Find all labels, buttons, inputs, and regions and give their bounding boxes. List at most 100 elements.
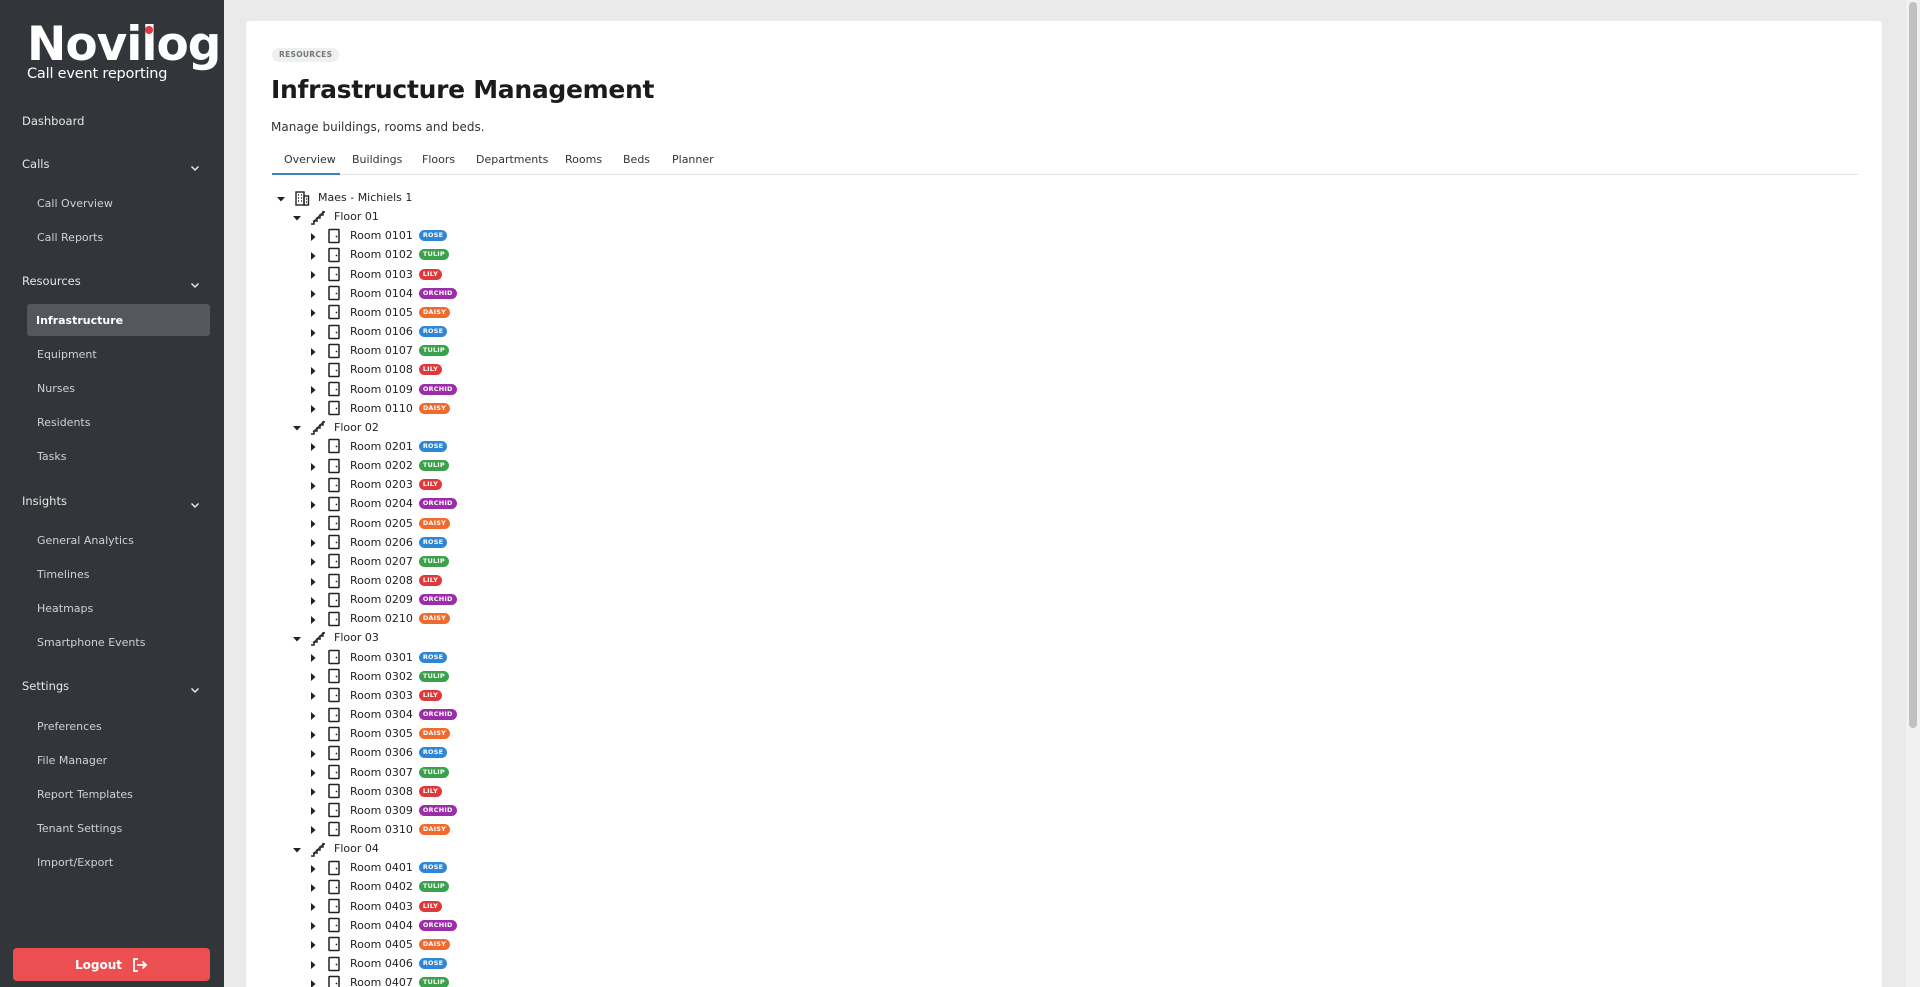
expand-caret-icon[interactable]	[306, 401, 320, 415]
sidebar-item-file-manager[interactable]: File Manager	[37, 754, 107, 767]
sidebar-group-resources[interactable]: Resources	[22, 274, 81, 288]
page-scrollbar[interactable]	[1906, 0, 1920, 987]
tab-beds[interactable]: Beds	[623, 153, 650, 166]
novilog-logo[interactable]: Novilog Call event reporting	[27, 20, 221, 83]
tree-room-node[interactable]: Room 0209 ORCHID	[306, 590, 457, 609]
sidebar-group-settings[interactable]: Settings	[22, 679, 69, 693]
expand-caret-icon[interactable]	[306, 229, 320, 243]
expand-caret-icon[interactable]	[306, 439, 320, 453]
sidebar-item-nurses[interactable]: Nurses	[37, 382, 75, 395]
expand-caret-icon[interactable]	[306, 516, 320, 530]
sidebar-item-dashboard[interactable]: Dashboard	[22, 114, 84, 128]
tab-departments[interactable]: Departments	[476, 153, 548, 166]
tree-room-node[interactable]: Room 0106 ROSE	[306, 322, 448, 341]
sidebar-item-general-analytics[interactable]: General Analytics	[37, 534, 134, 547]
expand-caret-icon[interactable]	[306, 708, 320, 722]
tree-room-node[interactable]: Room 0406 ROSE	[306, 954, 448, 973]
expand-caret-icon[interactable]	[306, 286, 320, 300]
tree-room-node[interactable]: Room 0203 LILY	[306, 475, 443, 494]
tree-room-node[interactable]: Room 0110 DAISY	[306, 399, 451, 418]
expand-caret-icon[interactable]	[306, 765, 320, 779]
collapse-caret-icon[interactable]	[290, 631, 304, 645]
expand-caret-icon[interactable]	[306, 880, 320, 894]
tree-room-node[interactable]: Room 0310 DAISY	[306, 820, 451, 839]
expand-caret-icon[interactable]	[306, 937, 320, 951]
tree-floor-node[interactable]: Floor 02	[290, 418, 379, 437]
tree-room-node[interactable]: Room 0308 LILY	[306, 782, 443, 801]
sidebar-item-call-reports[interactable]: Call Reports	[37, 231, 103, 244]
sidebar-item-heatmaps[interactable]: Heatmaps	[37, 602, 93, 615]
tree-room-node[interactable]: Room 0204 ORCHID	[306, 494, 457, 513]
chevron-down-icon[interactable]	[189, 159, 201, 172]
tree-room-node[interactable]: Room 0404 ORCHID	[306, 916, 457, 935]
tree-room-node[interactable]: Room 0109 ORCHID	[306, 380, 457, 399]
tree-floor-node[interactable]: Floor 04	[290, 839, 379, 858]
sidebar-group-insights[interactable]: Insights	[22, 494, 67, 508]
tree-room-node[interactable]: Room 0206 ROSE	[306, 533, 448, 552]
tree-room-node[interactable]: Room 0405 DAISY	[306, 935, 451, 954]
collapse-caret-icon[interactable]	[290, 420, 304, 434]
expand-caret-icon[interactable]	[306, 574, 320, 588]
expand-caret-icon[interactable]	[306, 363, 320, 377]
tree-room-node[interactable]: Room 0301 ROSE	[306, 648, 448, 667]
expand-caret-icon[interactable]	[306, 535, 320, 549]
tree-room-node[interactable]: Room 0108 LILY	[306, 360, 443, 379]
expand-caret-icon[interactable]	[306, 803, 320, 817]
tree-room-node[interactable]: Room 0101 ROSE	[306, 226, 448, 245]
sidebar-item-import-export[interactable]: Import/Export	[37, 856, 113, 869]
tree-room-node[interactable]: Room 0207 TULIP	[306, 552, 449, 571]
expand-caret-icon[interactable]	[306, 784, 320, 798]
chevron-down-icon[interactable]	[189, 681, 201, 694]
tab-overview[interactable]: Overview	[284, 153, 336, 166]
expand-caret-icon[interactable]	[306, 688, 320, 702]
expand-caret-icon[interactable]	[306, 344, 320, 358]
expand-caret-icon[interactable]	[306, 497, 320, 511]
expand-caret-icon[interactable]	[306, 976, 320, 987]
expand-caret-icon[interactable]	[306, 459, 320, 473]
tree-room-node[interactable]: Room 0205 DAISY	[306, 514, 451, 533]
sidebar-item-call-overview[interactable]: Call Overview	[37, 197, 113, 210]
tree-room-node[interactable]: Room 0102 TULIP	[306, 245, 449, 264]
sidebar-item-timelines[interactable]: Timelines	[37, 568, 90, 581]
sidebar-item-tasks[interactable]: Tasks	[37, 450, 66, 463]
sidebar-item-equipment[interactable]: Equipment	[37, 348, 97, 361]
expand-caret-icon[interactable]	[306, 669, 320, 683]
sidebar-item-tenant-settings[interactable]: Tenant Settings	[37, 822, 122, 835]
tree-room-node[interactable]: Room 0208 LILY	[306, 571, 443, 590]
tree-room-node[interactable]: Room 0403 LILY	[306, 897, 443, 916]
expand-caret-icon[interactable]	[306, 727, 320, 741]
tree-floor-node[interactable]: Floor 03	[290, 628, 379, 647]
tree-room-node[interactable]: Room 0201 ROSE	[306, 437, 448, 456]
tree-room-node[interactable]: Room 0401 ROSE	[306, 858, 448, 877]
tab-rooms[interactable]: Rooms	[565, 153, 602, 166]
tree-room-node[interactable]: Room 0105 DAISY	[306, 303, 451, 322]
tree-room-node[interactable]: Room 0104 ORCHID	[306, 284, 457, 303]
tree-room-node[interactable]: Room 0202 TULIP	[306, 456, 449, 475]
tab-buildings[interactable]: Buildings	[352, 153, 402, 166]
sidebar-item-residents[interactable]: Residents	[37, 416, 90, 429]
tree-room-node[interactable]: Room 0107 TULIP	[306, 341, 449, 360]
tree-room-node[interactable]: Room 0210 DAISY	[306, 609, 451, 628]
tree-room-node[interactable]: Room 0309 ORCHID	[306, 801, 457, 820]
tree-room-node[interactable]: Room 0302 TULIP	[306, 667, 449, 686]
chevron-down-icon[interactable]	[189, 276, 201, 289]
tree-room-node[interactable]: Room 0103 LILY	[306, 265, 443, 284]
sidebar-item-preferences[interactable]: Preferences	[37, 720, 102, 733]
collapse-caret-icon[interactable]	[274, 191, 288, 205]
scrollbar-thumb[interactable]	[1909, 2, 1917, 728]
expand-caret-icon[interactable]	[306, 650, 320, 664]
tree-room-node[interactable]: Room 0306 ROSE	[306, 743, 448, 762]
collapse-caret-icon[interactable]	[290, 842, 304, 856]
sidebar-group-calls[interactable]: Calls	[22, 157, 49, 171]
expand-caret-icon[interactable]	[306, 861, 320, 875]
expand-caret-icon[interactable]	[306, 822, 320, 836]
tab-planner[interactable]: Planner	[672, 153, 714, 166]
tree-room-node[interactable]: Room 0304 ORCHID	[306, 705, 457, 724]
expand-caret-icon[interactable]	[306, 554, 320, 568]
expand-caret-icon[interactable]	[306, 899, 320, 913]
tab-floors[interactable]: Floors	[422, 153, 455, 166]
sidebar-item-smartphone-events[interactable]: Smartphone Events	[37, 636, 145, 649]
expand-caret-icon[interactable]	[306, 305, 320, 319]
expand-caret-icon[interactable]	[306, 248, 320, 262]
sidebar-item-report-templates[interactable]: Report Templates	[37, 788, 133, 801]
